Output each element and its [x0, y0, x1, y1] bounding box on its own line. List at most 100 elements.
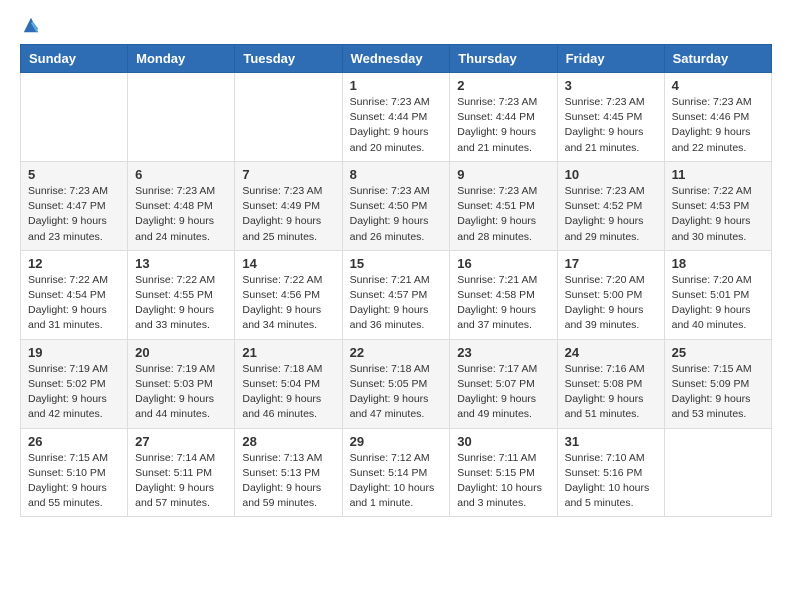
weekday-header-friday: Friday: [557, 45, 664, 73]
calendar-cell: 22 Sunrise: 7:18 AMSunset: 5:05 PMDayligh…: [342, 339, 450, 428]
calendar-week-2: 5 Sunrise: 7:23 AMSunset: 4:47 PMDaylight…: [21, 161, 772, 250]
day-number: 3: [565, 78, 657, 93]
calendar-cell: 14 Sunrise: 7:22 AMSunset: 4:56 PMDayligh…: [235, 250, 342, 339]
day-info: Sunrise: 7:18 AMSunset: 5:05 PMDaylight:…: [350, 362, 443, 423]
day-number: 19: [28, 345, 120, 360]
calendar-cell: 30Sunrise: 7:11 AMSunset: 5:15 PMDayligh…: [450, 428, 557, 517]
calendar-week-3: 12 Sunrise: 7:22 AMSunset: 4:54 PMDayligh…: [21, 250, 772, 339]
day-info: Sunrise: 7:19 AMSunset: 5:02 PMDaylight:…: [28, 362, 120, 423]
day-info: Sunrise: 7:23 AMSunset: 4:49 PMDaylight:…: [242, 184, 334, 245]
day-number: 12: [28, 256, 120, 271]
calendar-week-4: 19 Sunrise: 7:19 AMSunset: 5:02 PMDayligh…: [21, 339, 772, 428]
day-info: Sunrise: 7:23 AMSunset: 4:45 PMDaylight:…: [565, 95, 657, 156]
calendar-cell: 31 Sunrise: 7:10 AMSunset: 5:16 PMDayligh…: [557, 428, 664, 517]
day-number: 13: [135, 256, 227, 271]
calendar-cell: 10Sunrise: 7:23 AMSunset: 4:52 PMDayligh…: [557, 161, 664, 250]
day-number: 31: [565, 434, 657, 449]
logo-icon: [22, 16, 40, 34]
calendar-cell: [21, 73, 128, 162]
day-info: Sunrise: 7:23 AMSunset: 4:48 PMDaylight:…: [135, 184, 227, 245]
day-info: Sunrise: 7:12 AMSunset: 5:14 PMDaylight:…: [350, 451, 443, 512]
calendar-header-row: SundayMondayTuesdayWednesdayThursdayFrid…: [21, 45, 772, 73]
weekday-header-monday: Monday: [128, 45, 235, 73]
day-info: Sunrise: 7:22 AMSunset: 4:54 PMDaylight:…: [28, 273, 120, 334]
day-number: 8: [350, 167, 443, 182]
day-info: Sunrise: 7:23 AMSunset: 4:44 PMDaylight:…: [350, 95, 443, 156]
weekday-header-tuesday: Tuesday: [235, 45, 342, 73]
day-number: 21: [242, 345, 334, 360]
header: [20, 16, 772, 34]
calendar-cell: 4Sunrise: 7:23 AMSunset: 4:46 PMDaylight…: [664, 73, 771, 162]
day-number: 29: [350, 434, 443, 449]
day-number: 10: [565, 167, 657, 182]
day-number: 15: [350, 256, 443, 271]
day-info: Sunrise: 7:15 AMSunset: 5:10 PMDaylight:…: [28, 451, 120, 512]
day-number: 2: [457, 78, 549, 93]
weekday-header-saturday: Saturday: [664, 45, 771, 73]
calendar-cell: 18Sunrise: 7:20 AMSunset: 5:01 PMDayligh…: [664, 250, 771, 339]
day-info: Sunrise: 7:20 AMSunset: 5:00 PMDaylight:…: [565, 273, 657, 334]
day-info: Sunrise: 7:23 AMSunset: 4:44 PMDaylight:…: [457, 95, 549, 156]
weekday-header-sunday: Sunday: [21, 45, 128, 73]
calendar-cell: 11 Sunrise: 7:22 AMSunset: 4:53 PMDayligh…: [664, 161, 771, 250]
calendar-week-1: 1 Sunrise: 7:23 AMSunset: 4:44 PMDaylight…: [21, 73, 772, 162]
day-info: Sunrise: 7:14 AMSunset: 5:11 PMDaylight:…: [135, 451, 227, 512]
day-number: 24: [565, 345, 657, 360]
day-number: 16: [457, 256, 549, 271]
day-number: 7: [242, 167, 334, 182]
calendar-cell: 25Sunrise: 7:15 AMSunset: 5:09 PMDayligh…: [664, 339, 771, 428]
calendar: SundayMondayTuesdayWednesdayThursdayFrid…: [20, 44, 772, 517]
day-info: Sunrise: 7:23 AMSunset: 4:46 PMDaylight:…: [672, 95, 764, 156]
calendar-week-5: 26 Sunrise: 7:15 AMSunset: 5:10 PMDayligh…: [21, 428, 772, 517]
day-info: Sunrise: 7:22 AMSunset: 4:56 PMDaylight:…: [242, 273, 334, 334]
calendar-cell: 20 Sunrise: 7:19 AMSunset: 5:03 PMDayligh…: [128, 339, 235, 428]
day-number: 6: [135, 167, 227, 182]
calendar-cell: 15 Sunrise: 7:21 AMSunset: 4:57 PMDayligh…: [342, 250, 450, 339]
calendar-cell: 12 Sunrise: 7:22 AMSunset: 4:54 PMDayligh…: [21, 250, 128, 339]
day-number: 25: [672, 345, 764, 360]
calendar-cell: 16Sunrise: 7:21 AMSunset: 4:58 PMDayligh…: [450, 250, 557, 339]
day-info: Sunrise: 7:23 AMSunset: 4:51 PMDaylight:…: [457, 184, 549, 245]
calendar-cell: 8Sunrise: 7:23 AMSunset: 4:50 PMDaylight…: [342, 161, 450, 250]
page: SundayMondayTuesdayWednesdayThursdayFrid…: [0, 0, 792, 537]
day-number: 22: [350, 345, 443, 360]
day-number: 17: [565, 256, 657, 271]
day-info: Sunrise: 7:13 AMSunset: 5:13 PMDaylight:…: [242, 451, 334, 512]
day-number: 9: [457, 167, 549, 182]
day-number: 5: [28, 167, 120, 182]
day-number: 28: [242, 434, 334, 449]
day-number: 1: [350, 78, 443, 93]
weekday-header-thursday: Thursday: [450, 45, 557, 73]
calendar-cell: 19 Sunrise: 7:19 AMSunset: 5:02 PMDayligh…: [21, 339, 128, 428]
calendar-cell: 28 Sunrise: 7:13 AMSunset: 5:13 PMDayligh…: [235, 428, 342, 517]
day-number: 26: [28, 434, 120, 449]
calendar-cell: 26 Sunrise: 7:15 AMSunset: 5:10 PMDayligh…: [21, 428, 128, 517]
day-info: Sunrise: 7:23 AMSunset: 4:47 PMDaylight:…: [28, 184, 120, 245]
calendar-cell: [235, 73, 342, 162]
day-number: 27: [135, 434, 227, 449]
logo: [20, 16, 40, 34]
day-number: 20: [135, 345, 227, 360]
day-info: Sunrise: 7:21 AMSunset: 4:57 PMDaylight:…: [350, 273, 443, 334]
calendar-cell: 9 Sunrise: 7:23 AMSunset: 4:51 PMDaylight…: [450, 161, 557, 250]
day-info: Sunrise: 7:10 AMSunset: 5:16 PMDaylight:…: [565, 451, 657, 512]
day-number: 14: [242, 256, 334, 271]
calendar-cell: 5 Sunrise: 7:23 AMSunset: 4:47 PMDaylight…: [21, 161, 128, 250]
day-number: 23: [457, 345, 549, 360]
weekday-header-wednesday: Wednesday: [342, 45, 450, 73]
day-info: Sunrise: 7:22 AMSunset: 4:55 PMDaylight:…: [135, 273, 227, 334]
calendar-cell: 23 Sunrise: 7:17 AMSunset: 5:07 PMDayligh…: [450, 339, 557, 428]
day-number: 30: [457, 434, 549, 449]
day-info: Sunrise: 7:22 AMSunset: 4:53 PMDaylight:…: [672, 184, 764, 245]
calendar-cell: 29 Sunrise: 7:12 AMSunset: 5:14 PMDayligh…: [342, 428, 450, 517]
calendar-cell: 6 Sunrise: 7:23 AMSunset: 4:48 PMDaylight…: [128, 161, 235, 250]
day-info: Sunrise: 7:17 AMSunset: 5:07 PMDaylight:…: [457, 362, 549, 423]
calendar-cell: [664, 428, 771, 517]
day-number: 11: [672, 167, 764, 182]
day-info: Sunrise: 7:20 AMSunset: 5:01 PMDaylight:…: [672, 273, 764, 334]
day-info: Sunrise: 7:19 AMSunset: 5:03 PMDaylight:…: [135, 362, 227, 423]
calendar-cell: 2 Sunrise: 7:23 AMSunset: 4:44 PMDaylight…: [450, 73, 557, 162]
calendar-cell: 1 Sunrise: 7:23 AMSunset: 4:44 PMDaylight…: [342, 73, 450, 162]
calendar-cell: 13 Sunrise: 7:22 AMSunset: 4:55 PMDayligh…: [128, 250, 235, 339]
day-info: Sunrise: 7:16 AMSunset: 5:08 PMDaylight:…: [565, 362, 657, 423]
